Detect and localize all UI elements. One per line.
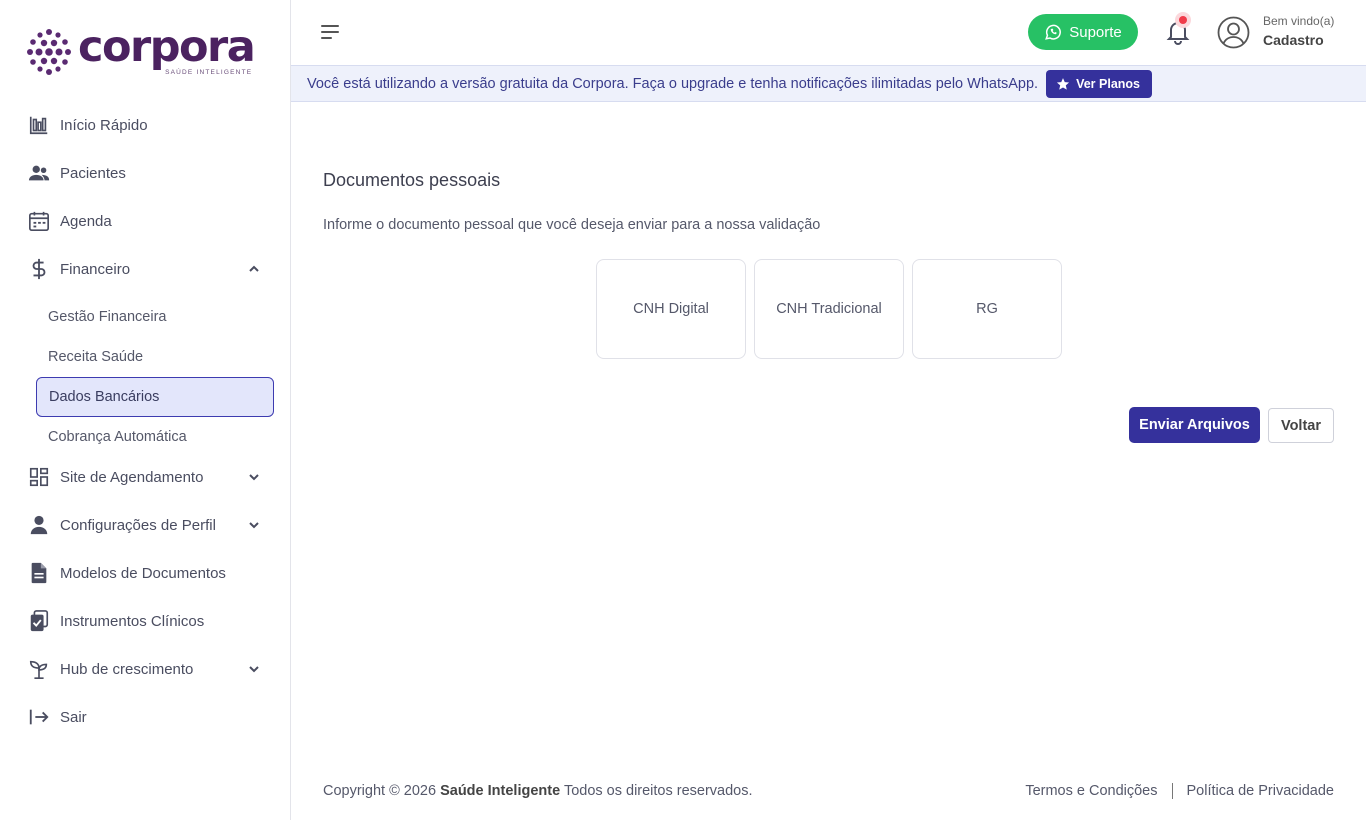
corpora-logo[interactable]: corpora SAÚDE INTELIGENTE [26,22,256,77]
chevron-down-icon [249,522,259,529]
sidebar-item-label: Site de Agendamento [60,468,204,486]
sidebar-item-hub-crescimento[interactable]: Hub de crescimento [26,646,266,692]
sidebar-item-configuracoes-perfil[interactable]: Configurações de Perfil [26,502,266,548]
page-description: Informe o documento pessoal que você des… [323,217,821,233]
page-title: Documentos pessoais [323,170,501,190]
sidebar-subitem-cobranca-automatica[interactable]: Cobrança Automática [36,417,274,457]
sprout-icon [26,657,52,681]
sidebar-subitem-receita-saude[interactable]: Receita Saúde [36,337,274,377]
sidebar-item-label: Configurações de Perfil [60,516,216,534]
sidebar-item-inicio-rapido[interactable]: Início Rápido [26,102,266,148]
chevron-up-icon [249,265,259,272]
back-button[interactable]: Voltar [1268,408,1334,443]
bar-chart-icon [26,113,52,137]
footer-links: Termos e Condições Política de Privacida… [1025,783,1334,799]
brand-name: corpora [78,22,256,72]
sidebar-item-label: Pacientes [60,164,126,182]
welcome-label: Bem vindo(a) [1263,14,1335,28]
sidebar-item-label: Sair [60,708,87,726]
document-icon [26,561,52,585]
copyright-company: Saúde Inteligente [440,783,561,799]
view-plans-label: Ver Planos [1076,76,1141,91]
sidebar-subitem-label: Dados Bancários [49,389,160,405]
upgrade-banner: Você está utilizando a versão gratuita d… [291,65,1366,102]
support-button[interactable]: Suporte [1028,14,1138,50]
sidebar-item-financeiro[interactable]: Financeiro [26,246,266,292]
document-option-cnh-tradicional[interactable]: CNH Tradicional [754,259,904,359]
terms-link[interactable]: Termos e Condições [1025,783,1157,799]
upgrade-banner-text: Você está utilizando a versão gratuita d… [307,75,1039,92]
users-icon [26,161,52,185]
sidebar-subitem-gestao-financeira[interactable]: Gestão Financeira [36,297,274,337]
whatsapp-icon [1045,24,1062,40]
sidebar-subitem-label: Receita Saúde [48,349,144,365]
sidebar-item-label: Hub de crescimento [60,660,194,678]
grid-icon [26,465,52,489]
send-files-button[interactable]: Enviar Arquivos [1129,407,1260,443]
user-avatar-icon[interactable] [1217,16,1250,49]
calendar-icon [26,209,52,233]
sidebar-item-instrumentos-clinicos[interactable]: Instrumentos Clínicos [26,598,266,644]
logout-icon [26,705,52,729]
sidebar-subitem-dados-bancarios[interactable]: Dados Bancários [36,377,274,417]
footer-copyright: Copyright © 2026 Saúde Inteligente Todos… [323,783,753,799]
sidebar-item-label: Agenda [60,212,112,230]
user-welcome[interactable]: Bem vindo(a) Cadastro [1263,14,1334,51]
dollar-icon [26,257,52,281]
copyright-prefix: Copyright © 2026 [323,783,437,799]
sidebar-item-label: Modelos de Documentos [60,564,226,582]
user-icon [26,513,52,537]
sidebar: corpora SAÚDE INTELIGENTE Início Rápido … [0,0,291,820]
sidebar-subitem-label: Cobrança Automática [48,429,187,445]
document-option-cnh-digital[interactable]: CNH Digital [596,259,746,359]
sidebar-subitem-label: Gestão Financeira [48,309,167,325]
star-icon [1057,77,1070,90]
sidebar-item-site-agendamento[interactable]: Site de Agendamento [26,454,266,500]
chevron-down-icon [249,474,259,481]
sidebar-item-label: Financeiro [60,260,131,278]
menu-toggle-icon[interactable] [321,23,341,41]
clipboard-check-icon [26,609,52,633]
document-option-rg[interactable]: RG [912,259,1062,359]
sidebar-item-sair[interactable]: Sair [26,694,266,740]
brand-tagline: SAÚDE INTELIGENTE [165,69,253,76]
notification-badge [1179,16,1187,24]
sidebar-item-agenda[interactable]: Agenda [26,198,266,244]
copyright-suffix: Todos os direitos reservados. [563,783,753,799]
support-button-label: Suporte [1069,23,1122,41]
user-name: Cadastro [1263,32,1324,48]
sidebar-item-label: Início Rápido [60,116,148,134]
corpora-logo-mark-icon [27,29,71,75]
sidebar-item-modelos-documentos[interactable]: Modelos de Documentos [26,550,266,596]
sidebar-item-label: Instrumentos Clínicos [60,612,205,630]
footer-divider [1171,783,1173,799]
sidebar-item-pacientes[interactable]: Pacientes [26,150,266,196]
bell-icon[interactable] [1164,18,1192,46]
chevron-down-icon [249,666,259,673]
brand-wordmark: corpora SAÚDE INTELIGENTE [78,22,256,77]
top-header: Suporte Bem vindo(a) Cadastro [291,0,1366,65]
privacy-link[interactable]: Política de Privacidade [1187,783,1335,799]
view-plans-button[interactable]: Ver Planos [1046,69,1153,98]
